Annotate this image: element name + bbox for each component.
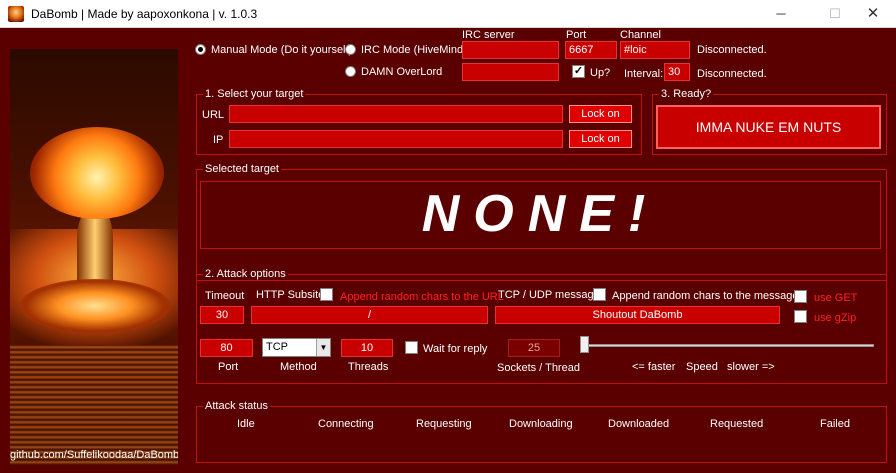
nuke-button[interactable]: IMMA NUKE EM NUTS — [656, 105, 881, 149]
append-message-checkbox[interactable] — [593, 288, 606, 301]
irc-status: Disconnected. — [697, 44, 767, 56]
attack-status-legend: Attack status — [203, 400, 270, 412]
irc-mode-radio[interactable] — [345, 44, 356, 55]
append-url-checkbox[interactable] — [320, 288, 333, 301]
irc-channel-label: Channel — [620, 29, 661, 41]
overlord-server-field[interactable] — [462, 63, 559, 81]
url-field[interactable] — [229, 105, 563, 123]
cloud-cap — [30, 127, 164, 219]
sea-reflection — [10, 345, 178, 465]
chevron-down-icon: ▼ — [316, 339, 330, 356]
status-idle: Idle — [237, 418, 255, 430]
ip-lock-on-button[interactable]: Lock on — [569, 130, 632, 148]
irc-port-field[interactable]: 6667 — [565, 41, 617, 59]
irc-channel-field[interactable]: #loic — [620, 41, 690, 59]
status-downloading: Downloading — [509, 418, 573, 430]
app-bomb-icon — [8, 6, 24, 22]
interval-field[interactable]: 30 — [664, 63, 690, 81]
github-credit: github.com/Suffelikoodaa/DaBomb — [10, 449, 178, 461]
selected-target-display: NONE! — [200, 181, 881, 249]
window-title: DaBomb | Made by aapoxonkona | v. 1.0.3 — [31, 7, 258, 21]
use-get-label: use GET — [814, 292, 858, 304]
method-label: Method — [280, 361, 317, 373]
attack-status-group: Attack status — [196, 400, 887, 463]
ip-field[interactable] — [229, 130, 563, 148]
speed-label: Speed — [686, 361, 718, 373]
wait-reply-checkbox[interactable] — [405, 341, 418, 354]
overlord-status: Disconnected. — [697, 68, 767, 80]
irc-server-label: IRC server — [462, 29, 515, 41]
select-target-legend: 1. Select your target — [203, 88, 306, 100]
sockets-label: Sockets / Thread — [497, 362, 580, 374]
timeout-field[interactable]: 30 — [200, 306, 244, 324]
up-checkbox[interactable]: ✓ — [572, 65, 585, 78]
irc-mode-label: IRC Mode (HiveMind) — [361, 44, 467, 56]
irc-port-label: Port — [566, 29, 587, 41]
threads-label: Threads — [348, 361, 389, 373]
ready-legend: 3. Ready? — [659, 88, 714, 100]
overlord-mode-radio[interactable] — [345, 66, 356, 77]
up-label: Up? — [590, 67, 611, 79]
port-field[interactable]: 80 — [200, 339, 253, 357]
manual-mode-label: Manual Mode (Do it yourself) — [211, 44, 353, 56]
http-subsite-field[interactable]: / — [251, 306, 488, 324]
selected-target-legend: Selected target — [203, 163, 281, 175]
tcp-udp-message-field[interactable]: Shoutout DaBomb — [495, 306, 780, 324]
selected-target-value: NONE! — [421, 185, 660, 243]
status-requesting: Requesting — [416, 418, 472, 430]
ip-label: IP — [213, 134, 224, 146]
irc-server-field[interactable] — [462, 41, 559, 59]
overlord-mode-label: DAMN OverLord — [361, 66, 443, 78]
method-value: TCP — [266, 341, 288, 353]
status-connecting: Connecting — [318, 418, 374, 430]
interval-label: Interval: — [624, 68, 664, 80]
status-downloaded: Downloaded — [608, 418, 670, 430]
slower-label: slower => — [727, 361, 775, 373]
use-gzip-label: use gZip — [814, 312, 857, 324]
method-select[interactable]: TCP ▼ — [262, 338, 331, 357]
sockets-field[interactable]: 25 — [508, 339, 560, 357]
use-gzip-checkbox[interactable] — [794, 310, 807, 323]
close-button[interactable]: ✕ — [850, 0, 896, 28]
status-failed: Failed — [820, 418, 850, 430]
use-get-checkbox[interactable] — [794, 290, 807, 303]
faster-label: <= faster — [632, 361, 676, 373]
timeout-label: Timeout — [205, 290, 245, 302]
status-requested: Requested — [710, 418, 764, 430]
append-url-label: Append random chars to the URL — [340, 291, 504, 303]
manual-mode-radio[interactable] — [195, 44, 206, 55]
speed-slider-track[interactable] — [580, 344, 874, 347]
http-subsite-label: HTTP Subsite — [256, 289, 325, 301]
port-label: Port — [218, 361, 239, 373]
speed-slider-thumb[interactable] — [580, 336, 589, 353]
title-bar: DaBomb | Made by aapoxonkona | v. 1.0.3 … — [0, 0, 896, 28]
tcp-udp-message-label: TCP / UDP message — [498, 289, 600, 301]
main-panel: github.com/Suffelikoodaa/DaBomb Manual M… — [0, 28, 896, 473]
wait-reply-label: Wait for reply — [423, 343, 488, 355]
threads-field[interactable]: 10 — [341, 339, 393, 357]
append-message-label: Append random chars to the message — [612, 290, 799, 302]
attack-options-legend: 2. Attack options — [203, 268, 288, 280]
mushroom-cloud-image: github.com/Suffelikoodaa/DaBomb — [10, 49, 178, 465]
url-label: URL — [202, 109, 225, 121]
minimize-button[interactable]: ─ — [758, 0, 804, 28]
cloud-base — [20, 279, 170, 333]
url-lock-on-button[interactable]: Lock on — [569, 105, 632, 123]
